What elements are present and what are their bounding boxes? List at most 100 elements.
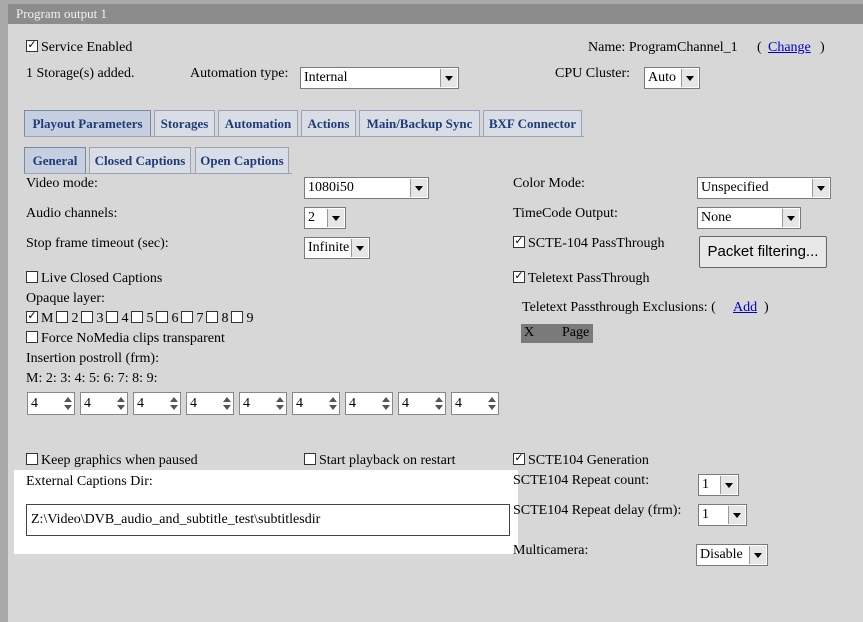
tab-actions[interactable]: Actions — [301, 110, 356, 136]
chevron-down-icon — [681, 69, 698, 87]
stop-frame-timeout-select[interactable]: Infinite — [304, 237, 370, 259]
chevron-down-icon — [782, 209, 799, 227]
external-captions-label: External Captions Dir: — [26, 474, 153, 489]
arrow-down-icon[interactable] — [170, 405, 178, 410]
postroll-stepper-8[interactable]: 4 — [398, 392, 446, 415]
opaque-layer-4[interactable]: 4 — [106, 311, 131, 326]
video-mode-select[interactable]: 1080i50 — [304, 177, 429, 199]
arrow-down-icon[interactable] — [435, 405, 443, 410]
arrow-up-icon[interactable] — [64, 397, 72, 402]
scte104-repeat-delay-select[interactable]: 1 — [698, 504, 747, 526]
tab-main-backup-sync[interactable]: Main/Backup Sync — [359, 110, 480, 136]
opaque-layer-m[interactable]: M — [26, 311, 56, 326]
tab-general[interactable]: General — [24, 147, 86, 173]
color-mode-select[interactable]: Unspecified — [697, 177, 831, 199]
chevron-down-icon — [749, 546, 766, 564]
opaque-layer-6[interactable]: 6 — [156, 311, 181, 326]
audio-channels-select[interactable]: 2 — [304, 207, 346, 229]
checkbox-icon — [513, 271, 525, 283]
tab-open-captions[interactable]: Open Captions — [195, 147, 289, 173]
checkbox-icon — [513, 453, 525, 465]
insertion-postroll-label: Insertion postroll (frm): — [26, 351, 159, 366]
arrow-up-icon[interactable] — [223, 397, 231, 402]
tab-bxf-connector[interactable]: BXF Connector — [483, 110, 582, 136]
change-name-link[interactable]: Change — [768, 40, 811, 56]
checkbox-icon — [26, 453, 38, 465]
paren-close: ) — [820, 40, 825, 55]
video-mode-label: Video mode: — [26, 176, 98, 191]
scte104-generation-checkbox[interactable]: SCTE104 Generation — [513, 453, 649, 469]
paren-open: ( — [757, 40, 762, 55]
scte104-repeat-count-select[interactable]: 1 — [698, 474, 739, 496]
external-captions-input[interactable]: Z:\Video\DVB_audio_and_subtitle_test\sub… — [26, 504, 510, 536]
checkbox-icon — [156, 311, 169, 323]
arrow-down-icon[interactable] — [382, 405, 390, 410]
arrow-down-icon[interactable] — [329, 405, 337, 410]
automation-type-select[interactable]: Internal — [300, 67, 459, 89]
service-enabled-checkbox[interactable]: Service Enabled — [26, 40, 132, 56]
arrow-down-icon[interactable] — [117, 405, 125, 410]
chevron-down-icon — [812, 179, 829, 197]
opaque-layer-7[interactable]: 7 — [181, 311, 206, 326]
checkbox-icon — [56, 311, 69, 323]
stop-frame-timeout-label: Stop frame timeout (sec): — [26, 236, 169, 251]
postroll-stepper-4[interactable]: 4 — [186, 392, 234, 415]
tab-closed-captions[interactable]: Closed Captions — [89, 147, 191, 173]
postroll-stepper-6[interactable]: 4 — [292, 392, 340, 415]
checkbox-icon — [26, 331, 38, 343]
storages-added-text: 1 Storage(s) added. — [26, 66, 135, 81]
postroll-stepper-2[interactable]: 4 — [80, 392, 128, 415]
arrow-down-icon[interactable] — [223, 405, 231, 410]
arrow-down-icon[interactable] — [488, 405, 496, 410]
postroll-stepper-9[interactable]: 4 — [451, 392, 499, 415]
opaque-layer-5[interactable]: 5 — [131, 311, 156, 326]
chevron-down-icon — [410, 179, 427, 197]
arrow-up-icon[interactable] — [329, 397, 337, 402]
multicamera-select[interactable]: Disable — [696, 544, 768, 566]
arrow-down-icon[interactable] — [64, 405, 72, 410]
postroll-stepper-7[interactable]: 4 — [345, 392, 393, 415]
tab-playout-parameters[interactable]: Playout Parameters — [24, 110, 151, 136]
arrow-up-icon[interactable] — [488, 397, 496, 402]
force-nomedia-checkbox[interactable]: Force NoMedia clips transparent — [26, 331, 225, 347]
checkbox-icon — [231, 311, 244, 323]
scte104-repeat-count-label: SCTE104 Repeat count: — [513, 473, 650, 488]
postroll-keys: M: 2: 3: 4: 5: 6: 7: 8: 9: — [26, 371, 158, 386]
keep-graphics-checkbox[interactable]: Keep graphics when paused — [26, 453, 198, 469]
opaque-layer-8[interactable]: 8 — [206, 311, 231, 326]
opaque-layer-9[interactable]: 9 — [231, 311, 253, 326]
arrow-up-icon[interactable] — [117, 397, 125, 402]
color-mode-label: Color Mode: — [513, 176, 585, 191]
packet-filtering-button[interactable]: Packet filtering... — [699, 236, 827, 268]
checkbox-icon — [106, 311, 119, 323]
opaque-layer-2[interactable]: 2 — [56, 311, 81, 326]
add-exclusion-link[interactable]: Add — [733, 300, 757, 316]
tab-storages[interactable]: Storages — [154, 110, 215, 136]
checkbox-icon — [513, 236, 525, 248]
opaque-layer-3[interactable]: 3 — [81, 311, 106, 326]
timecode-output-label: TimeCode Output: — [513, 206, 618, 221]
checkbox-icon — [26, 271, 38, 283]
arrow-up-icon[interactable] — [276, 397, 284, 402]
scte104-passthrough-checkbox[interactable]: SCTE-104 PassThrough — [513, 236, 665, 252]
arrow-down-icon[interactable] — [276, 405, 284, 410]
checkbox-icon — [304, 453, 316, 465]
opaque-layer-label: Opaque layer: — [26, 291, 105, 306]
scte104-repeat-delay-label: SCTE104 Repeat delay (frm): — [513, 503, 682, 518]
arrow-up-icon[interactable] — [435, 397, 443, 402]
postroll-stepper-5[interactable]: 4 — [239, 392, 287, 415]
cpu-cluster-select[interactable]: Auto — [644, 67, 700, 89]
opaque-layer-checkboxes: M23456789 — [26, 311, 253, 327]
multicamera-label: Multicamera: — [513, 543, 589, 558]
start-playback-checkbox[interactable]: Start playback on restart — [304, 453, 455, 469]
arrow-up-icon[interactable] — [170, 397, 178, 402]
tab-divider — [24, 136, 584, 137]
postroll-stepper-m[interactable]: 4 — [27, 392, 75, 415]
live-closed-captions-checkbox[interactable]: Live Closed Captions — [26, 271, 162, 287]
teletext-passthrough-checkbox[interactable]: Teletext PassThrough — [513, 271, 650, 287]
timecode-output-select[interactable]: None — [697, 207, 801, 229]
arrow-up-icon[interactable] — [382, 397, 390, 402]
service-enabled-label: Service Enabled — [41, 40, 133, 55]
postroll-stepper-3[interactable]: 4 — [133, 392, 181, 415]
tab-automation[interactable]: Automation — [218, 110, 298, 136]
